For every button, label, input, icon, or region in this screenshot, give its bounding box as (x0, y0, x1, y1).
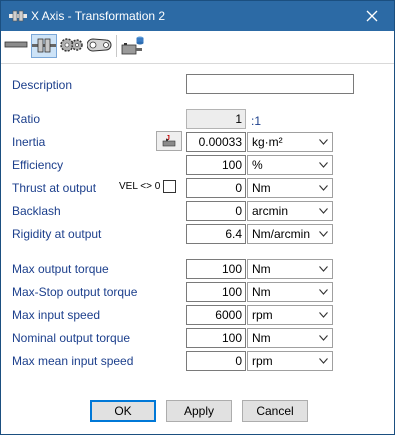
chevron-down-icon (319, 139, 328, 145)
vel-checkbox[interactable] (163, 180, 176, 193)
window-title: X Axis - Transformation 2 (31, 9, 166, 23)
motor-library-icon (121, 36, 144, 55)
backlash-unit-select[interactable]: arcmin (247, 201, 333, 221)
max-mean-input-speed-unit-value: rpm (252, 354, 273, 368)
max-stop-torque-unit-value: Nm (252, 285, 271, 299)
nominal-output-torque-field[interactable]: 100 (186, 328, 246, 348)
rigidity-label: Rigidity at output (12, 227, 102, 241)
max-mean-input-speed-label: Max mean input speed (12, 354, 134, 368)
cancel-button[interactable]: Cancel (242, 400, 308, 422)
vel-checkbox-label: VEL <> 0 (119, 181, 161, 192)
max-stop-torque-unit-select[interactable]: Nm (247, 282, 333, 302)
backlash-label: Backlash (12, 204, 61, 218)
thrust-field[interactable]: 0 (186, 178, 246, 198)
nominal-output-torque-label: Nominal output torque (12, 331, 131, 345)
max-input-speed-unit-value: rpm (252, 308, 273, 322)
inertia-unit-select[interactable]: kg·m² (247, 132, 333, 152)
max-mean-input-speed-field[interactable]: 0 (186, 351, 246, 371)
chevron-down-icon (319, 208, 328, 214)
rigidity-field[interactable]: 6.4 (186, 224, 246, 244)
thrust-unit-select[interactable]: Nm (247, 178, 333, 198)
gears-icon (60, 38, 83, 52)
max-output-torque-unit-select[interactable]: Nm (247, 259, 333, 279)
max-stop-torque-field[interactable]: 100 (186, 282, 246, 302)
chevron-down-icon (319, 335, 328, 341)
title-bar[interactable]: X Axis - Transformation 2 (1, 1, 394, 31)
close-icon (366, 10, 378, 22)
max-input-speed-field[interactable]: 6000 (186, 305, 246, 325)
dialog-window: X Axis - Transformation 2 Description Ra… (0, 0, 395, 435)
chevron-down-icon (319, 266, 328, 272)
motor-library-button[interactable] (120, 34, 146, 58)
belt-pulley-icon (86, 38, 112, 52)
description-label: Description (12, 78, 73, 92)
max-output-torque-field[interactable]: 100 (186, 259, 246, 279)
max-mean-input-speed-unit-select[interactable]: rpm (247, 351, 333, 371)
backlash-field[interactable]: 0 (186, 201, 246, 221)
inertia-field[interactable]: 0.00033 (186, 132, 246, 152)
chevron-down-icon (319, 185, 328, 191)
apply-button[interactable]: Apply (166, 400, 232, 422)
coupling-button[interactable] (31, 34, 57, 58)
inertia-calculator-icon: J (162, 135, 176, 147)
rigidity-unit-value: Nm/arcmin (252, 227, 311, 241)
nominal-output-torque-unit-select[interactable]: Nm (247, 328, 333, 348)
chevron-down-icon (319, 162, 328, 168)
toolbar-separator (116, 35, 117, 57)
chevron-down-icon (319, 358, 328, 364)
toolbar (1, 31, 394, 64)
max-stop-torque-label: Max-Stop output torque (12, 285, 138, 299)
nominal-output-torque-unit-value: Nm (252, 331, 271, 345)
inertia-unit-value: kg·m² (252, 135, 283, 149)
ratio-suffix: :1 (251, 114, 262, 128)
max-input-speed-label: Max input speed (12, 308, 101, 322)
chevron-down-icon (319, 312, 328, 318)
chevron-down-icon (319, 289, 328, 295)
ratio-label: Ratio (12, 112, 41, 126)
shaft-icon (4, 41, 28, 48)
coupling-icon (32, 38, 56, 53)
rigidity-unit-select[interactable]: Nm/arcmin (247, 224, 333, 244)
max-output-torque-unit-value: Nm (252, 262, 271, 276)
efficiency-label: Efficiency (12, 158, 64, 172)
ratio-field: 1 (186, 109, 246, 129)
ok-button[interactable]: OK (90, 400, 156, 422)
belt-pulley-button[interactable] (86, 34, 113, 58)
inertia-calculator-button[interactable]: J (156, 131, 182, 151)
efficiency-unit-value: % (252, 158, 263, 172)
gears-button[interactable] (59, 34, 85, 58)
gear-axis-icon (9, 10, 27, 22)
thrust-unit-value: Nm (252, 181, 271, 195)
close-button[interactable] (350, 1, 394, 31)
thrust-label: Thrust at output (12, 181, 97, 195)
shaft-button[interactable] (4, 34, 30, 58)
efficiency-unit-select[interactable]: % (247, 155, 333, 175)
inertia-label: Inertia (12, 135, 46, 149)
description-input[interactable] (186, 74, 354, 94)
backlash-unit-value: arcmin (252, 204, 289, 218)
efficiency-field[interactable]: 100 (186, 155, 246, 175)
chevron-down-icon (319, 231, 328, 237)
max-input-speed-unit-select[interactable]: rpm (247, 305, 333, 325)
max-output-torque-label: Max output torque (12, 262, 109, 276)
